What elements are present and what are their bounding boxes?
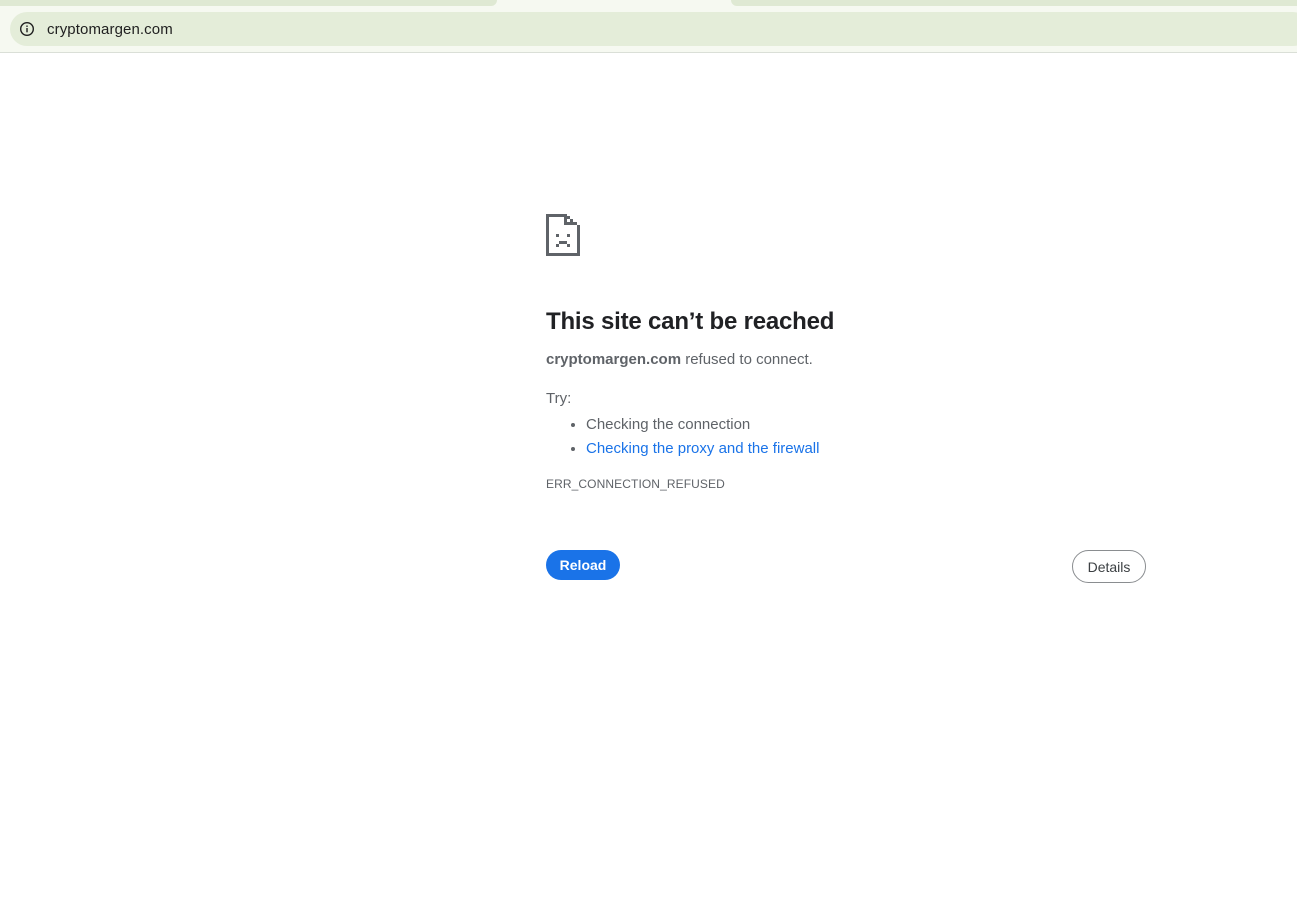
error-buttons: Reload Details <box>546 550 1146 584</box>
details-button[interactable]: Details <box>1072 550 1146 583</box>
browser-toolbar: cryptomargen.com <box>0 0 1297 53</box>
address-bar[interactable]: cryptomargen.com <box>10 12 1297 46</box>
error-summary: cryptomargen.com refused to connect. <box>546 350 1146 370</box>
error-host: cryptomargen.com <box>546 351 682 368</box>
site-info-button[interactable] <box>13 15 41 43</box>
suggestion-check-proxy-firewall: Checking the proxy and the firewall <box>586 437 1146 461</box>
error-page: This site can’t be reached cryptomargen.… <box>546 214 1146 492</box>
tab-strip-right <box>731 0 1297 6</box>
url-text[interactable]: cryptomargen.com <box>47 21 173 38</box>
try-label: Try: <box>546 390 572 407</box>
suggestions-list: Checking the connection Checking the pro… <box>546 413 1146 461</box>
suggestion-check-connection: Checking the connection <box>586 413 1146 437</box>
info-circle-icon <box>19 21 35 37</box>
reload-button[interactable]: Reload <box>546 550 620 580</box>
check-proxy-firewall-link[interactable]: Checking the proxy and the firewall <box>586 440 819 457</box>
error-summary-text: refused to connect. <box>681 351 813 368</box>
error-code: ERR_CONNECTION_REFUSED <box>546 477 725 491</box>
tab-strip-left <box>0 0 497 6</box>
sad-page-icon <box>546 214 580 256</box>
error-heading: This site can’t be reached <box>546 308 835 335</box>
